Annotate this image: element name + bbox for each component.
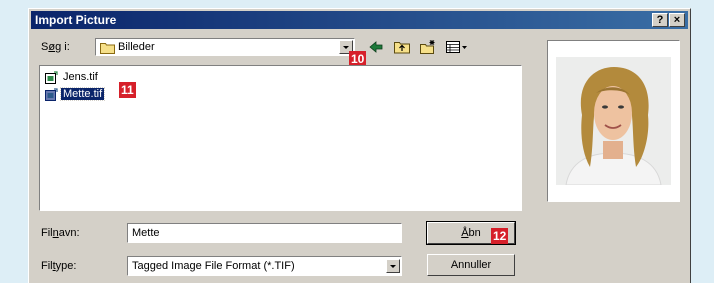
file-list[interactable]: Jens.tif Mette.tif 11 (39, 65, 522, 211)
file-name: Mette.tif (59, 87, 106, 101)
folder-icon (100, 43, 115, 54)
preview-image (556, 57, 671, 185)
list-item[interactable]: Jens.tif (44, 70, 164, 86)
callout-badge: 11 (119, 82, 136, 98)
filename-label: Filnavn: (41, 227, 80, 239)
filetype-value: Tagged Image File Format (*.TIF) (132, 260, 295, 272)
filetype-dropdown-arrow[interactable] (386, 259, 400, 273)
list-item[interactable]: Mette.tif (44, 87, 164, 103)
cancel-button[interactable]: Annuller (427, 254, 515, 276)
filetype-dropdown[interactable]: Tagged Image File Format (*.TIF) (127, 256, 402, 276)
callout-badge: 12 (491, 228, 509, 244)
filetype-label: Filtype: (41, 260, 77, 272)
filename-value: Mette (132, 227, 160, 239)
close-button[interactable]: × (669, 13, 685, 27)
tif-file-icon (45, 88, 58, 101)
lookin-dropdown[interactable]: Billeder (95, 38, 355, 56)
preview-pane (547, 40, 680, 202)
help-button[interactable]: ? (652, 13, 668, 27)
file-name: Jens.tif (63, 71, 98, 83)
filename-input[interactable]: Mette (127, 223, 402, 243)
lookin-label: Søg i: (41, 41, 70, 53)
dialog-title: Import Picture (35, 13, 117, 27)
view-menu-icon[interactable] (445, 39, 469, 55)
lookin-value: Billeder (118, 41, 155, 53)
back-arrow-icon[interactable] (367, 39, 385, 55)
tif-file-icon (45, 71, 58, 84)
import-picture-dialog: Import Picture ? × Søg i: Billeder 10 Je… (28, 8, 691, 283)
new-folder-icon[interactable] (419, 39, 437, 55)
up-folder-icon[interactable] (393, 39, 411, 55)
title-bar: Import Picture ? × (31, 11, 688, 29)
